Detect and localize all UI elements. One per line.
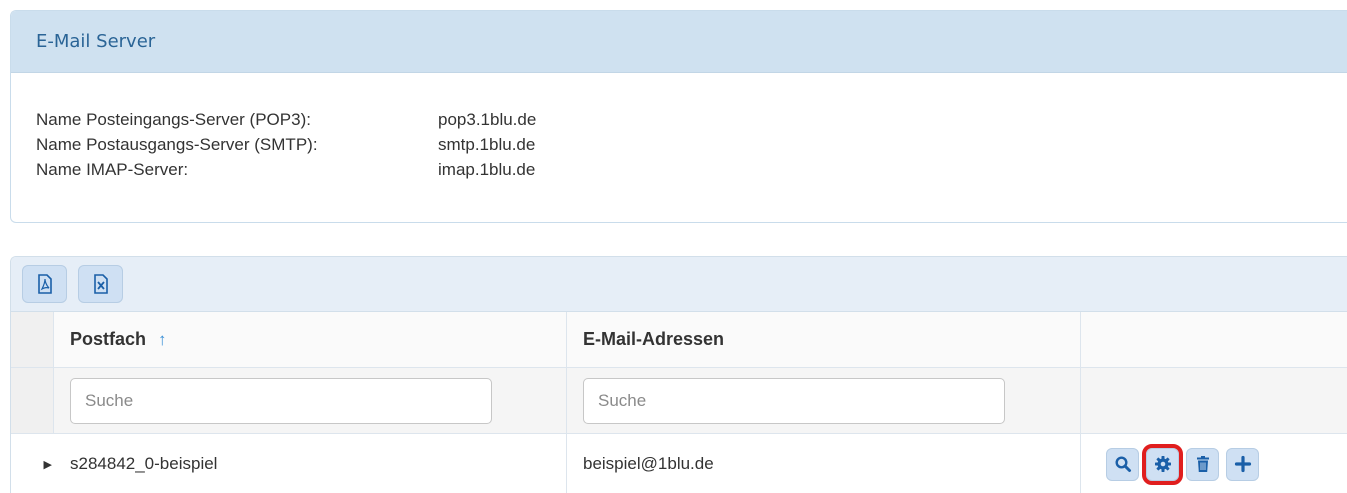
smtp-label: Name Postausgangs-Server (SMTP): (36, 134, 318, 154)
postfach-value: s284842_0-beispiel (70, 454, 218, 473)
settings-button[interactable] (1142, 443, 1183, 485)
export-excel-button[interactable] (78, 265, 123, 303)
mailbox-grid: Postfach ↑ E-Mail-Adressen ▶ (11, 312, 1347, 493)
filter-expand-cell (11, 368, 54, 433)
column-header-email[interactable]: E-Mail-Adressen (567, 312, 1081, 367)
email-value: beispiel@1blu.de (583, 454, 714, 473)
email-cell: beispiel@1blu.de (567, 434, 1081, 493)
server-row-pop3: Name Posteingangs-Server (POP3): pop3.1b… (36, 107, 536, 132)
email-header-label: E-Mail-Adressen (583, 329, 725, 349)
delete-button[interactable] (1186, 447, 1219, 481)
postfach-cell: s284842_0-beispiel (54, 434, 567, 493)
email-server-panel: E-Mail Server Name Posteingangs-Server (… (10, 10, 1347, 223)
imap-label: Name IMAP-Server: (36, 159, 189, 179)
mailbox-table-panel: Postfach ↑ E-Mail-Adressen ▶ (10, 256, 1347, 493)
table-filter-row (11, 368, 1347, 434)
email-server-title: E-Mail Server (36, 31, 156, 52)
postfach-search-input[interactable] (70, 377, 492, 424)
expand-cell[interactable]: ▶ (11, 434, 54, 493)
pop3-label: Name Posteingangs-Server (POP3): (36, 109, 311, 129)
server-row-imap: Name IMAP-Server: imap.1blu.de (36, 157, 536, 182)
email-search-input[interactable] (583, 377, 1005, 424)
server-row-smtp: Name Postausgangs-Server (SMTP): smtp.1b… (36, 132, 536, 157)
column-header-postfach[interactable]: Postfach ↑ (54, 312, 567, 367)
pop3-value: pop3.1blu.de (438, 109, 537, 129)
postfach-filter-cell (54, 368, 567, 433)
header-expand-cell (11, 312, 54, 367)
email-filter-cell (567, 368, 1081, 433)
actions-filter-cell (1081, 368, 1347, 433)
column-header-actions (1081, 312, 1347, 367)
trash-icon (1196, 456, 1209, 472)
server-info-list: Name Posteingangs-Server (POP3): pop3.1b… (36, 107, 536, 182)
view-button[interactable] (1106, 447, 1139, 481)
sort-ascending-icon: ↑ (158, 329, 167, 349)
table-toolbar (11, 257, 1347, 312)
table-header-row: Postfach ↑ E-Mail-Adressen (11, 312, 1347, 368)
imap-value: imap.1blu.de (438, 159, 536, 179)
search-icon (1114, 456, 1131, 472)
add-button[interactable] (1226, 447, 1259, 481)
expand-arrow-icon[interactable]: ▶ (44, 458, 52, 471)
export-pdf-button[interactable] (22, 265, 67, 303)
postfach-header-label: Postfach (70, 329, 147, 349)
email-server-panel-header: E-Mail Server (11, 11, 1347, 73)
pdf-icon (37, 274, 52, 294)
excel-icon (93, 274, 108, 294)
table-row: ▶ s284842_0-beispiel beispiel@1blu.de (11, 434, 1347, 493)
plus-icon (1234, 455, 1251, 473)
gear-icon (1154, 456, 1171, 472)
row-actions (1081, 434, 1347, 493)
smtp-value: smtp.1blu.de (438, 134, 536, 154)
